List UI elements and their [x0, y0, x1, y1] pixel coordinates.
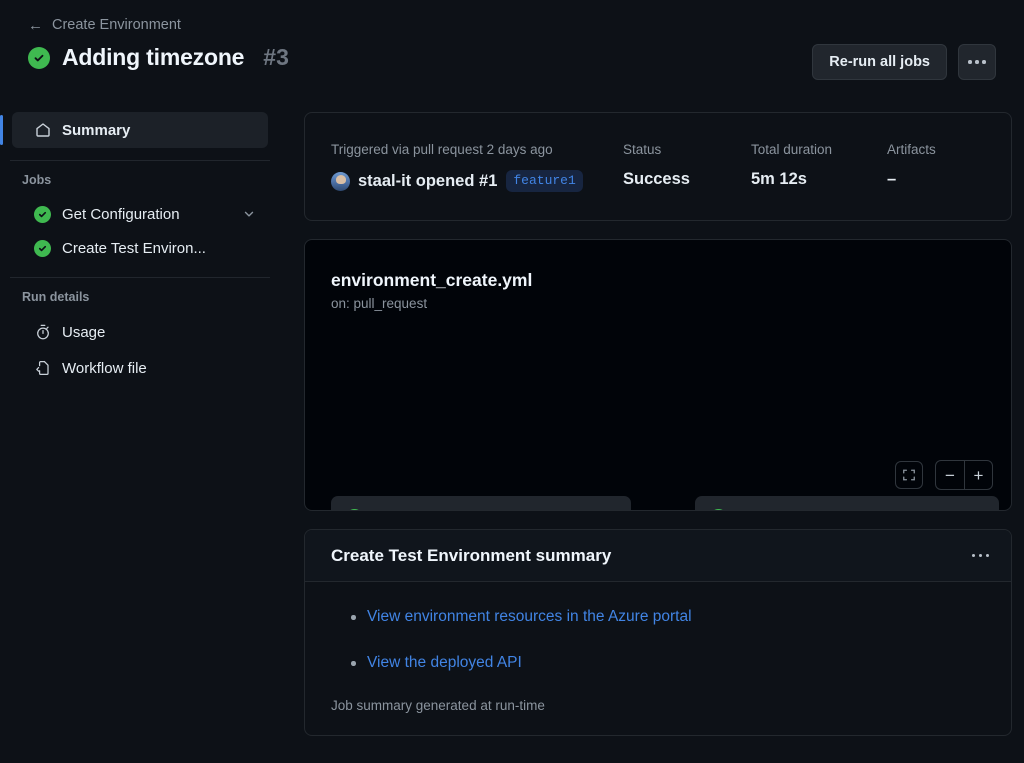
duration-label: Total duration	[751, 142, 833, 157]
branch-badge[interactable]: feature1	[506, 170, 583, 192]
job-summary-body: View environment resources in the Azure …	[305, 582, 1011, 735]
status-value: Success	[623, 170, 690, 188]
sidebar-job-label: Get Configuration	[62, 205, 180, 223]
check-circle-success-icon	[346, 508, 363, 510]
check-circle-success-icon	[710, 508, 727, 510]
home-icon	[34, 122, 51, 139]
header-actions: Re-run all jobs	[812, 44, 996, 80]
job-node-duration: 2s	[597, 510, 611, 511]
job-summary-header: Create Test Environment summary	[305, 530, 1011, 582]
sidebar-item-usage[interactable]: Usage	[12, 314, 268, 350]
back-to-workflow-link[interactable]: ← Create Environment	[28, 17, 181, 33]
artifacts-label: Artifacts	[887, 142, 936, 157]
job-summary-link-list: View environment resources in the Azure …	[351, 606, 985, 674]
trigger-label: Triggered via pull request 2 days ago	[331, 142, 553, 157]
zoom-out-button[interactable]: −	[936, 461, 964, 489]
stopwatch-icon	[34, 324, 51, 341]
workflow-run-page: ← Create Environment Adding timezone #3 …	[0, 0, 1024, 763]
job-node-create-test-environment[interactable]: Create Test Environment 4m 49s	[695, 496, 999, 511]
page-header: ← Create Environment Adding timezone #3 …	[0, 0, 1024, 100]
artifacts-column: Artifacts –	[887, 142, 936, 192]
check-circle-success-icon	[28, 46, 50, 69]
fit-to-screen-button[interactable]	[895, 461, 923, 489]
zoom-in-button[interactable]: +	[964, 461, 992, 489]
check-circle-success-icon	[34, 239, 51, 257]
job-node-resolve-configuration[interactable]: Get... / Resolve Configuration 2s	[331, 496, 631, 511]
check-circle-success-icon	[34, 205, 51, 223]
workflow-file-name: environment_create.yml	[331, 270, 533, 290]
list-item: View the deployed API	[351, 652, 985, 674]
trigger-value: staal-it opened #1 feature1	[331, 170, 623, 192]
sidebar-item-get-configuration[interactable]: Get Configuration	[12, 197, 268, 231]
run-info-card: Triggered via pull request 2 days ago st…	[304, 112, 1012, 221]
graph-controls: − +	[895, 460, 993, 490]
workflow-trigger-event: on: pull_request	[331, 296, 428, 311]
sidebar-item-workflow-file[interactable]: Workflow file	[12, 350, 268, 386]
page-title: Adding timezone	[62, 44, 245, 70]
more-options-button[interactable]	[958, 44, 996, 80]
sidebar-item-summary[interactable]: Summary	[0, 112, 268, 148]
sidebar-item-summary-label: Summary	[62, 121, 131, 139]
sidebar-item-create-test-environment[interactable]: Create Test Environ...	[12, 231, 268, 265]
back-link-label: Create Environment	[52, 17, 181, 33]
trigger-column: Triggered via pull request 2 days ago st…	[331, 142, 623, 192]
sidebar-job-label: Create Test Environ...	[62, 239, 206, 257]
job-summary-card: Create Test Environment summary View env…	[304, 529, 1012, 736]
duration-column: Total duration 5m 12s	[751, 142, 887, 192]
job-node-duration: 4m 49s	[927, 510, 971, 511]
sidebar-item-usage-label: Usage	[62, 323, 106, 341]
re-run-all-jobs-button[interactable]: Re-run all jobs	[812, 44, 947, 80]
workflow-graph-card: environment_create.yml on: pull_request …	[304, 239, 1012, 511]
artifacts-value: –	[887, 170, 897, 188]
duration-value: 5m 12s	[751, 170, 807, 188]
avatar	[331, 171, 350, 191]
arrow-left-icon: ←	[28, 16, 43, 34]
sidebar-jobs-heading: Jobs	[22, 173, 52, 187]
run-number: #3	[263, 44, 289, 70]
chevron-down-icon[interactable]	[242, 207, 256, 221]
summary-link-deployed-api[interactable]: View the deployed API	[367, 654, 522, 671]
summary-link-azure-portal[interactable]: View environment resources in the Azure …	[367, 608, 692, 625]
job-node-label: Get... / Resolve Configuration	[374, 509, 584, 511]
job-summary-footer: Job summary generated at run-time	[331, 698, 545, 713]
job-summary-title: Create Test Environment summary	[331, 545, 612, 565]
sidebar: Summary Jobs Get Configuration Create Te…	[0, 112, 280, 386]
sidebar-item-workflow-file-label: Workflow file	[62, 359, 147, 377]
trigger-actor[interactable]: staal-it opened #1	[358, 172, 497, 191]
status-label: Status	[623, 142, 662, 157]
main-content: Triggered via pull request 2 days ago st…	[304, 112, 1012, 736]
kebab-horizontal-icon[interactable]	[971, 553, 989, 558]
list-item: View environment resources in the Azure …	[351, 606, 985, 628]
file-code-icon	[34, 360, 51, 377]
sidebar-divider-2	[10, 277, 270, 278]
zoom-controls: − +	[935, 460, 993, 490]
job-node-label: Create Test Environment	[738, 509, 914, 511]
status-column: Status Success	[623, 142, 751, 192]
run-title-row: Adding timezone #3	[28, 44, 289, 71]
sidebar-run-details-heading: Run details	[22, 290, 90, 304]
sidebar-divider-1	[10, 160, 270, 161]
kebab-horizontal-icon	[968, 60, 986, 64]
